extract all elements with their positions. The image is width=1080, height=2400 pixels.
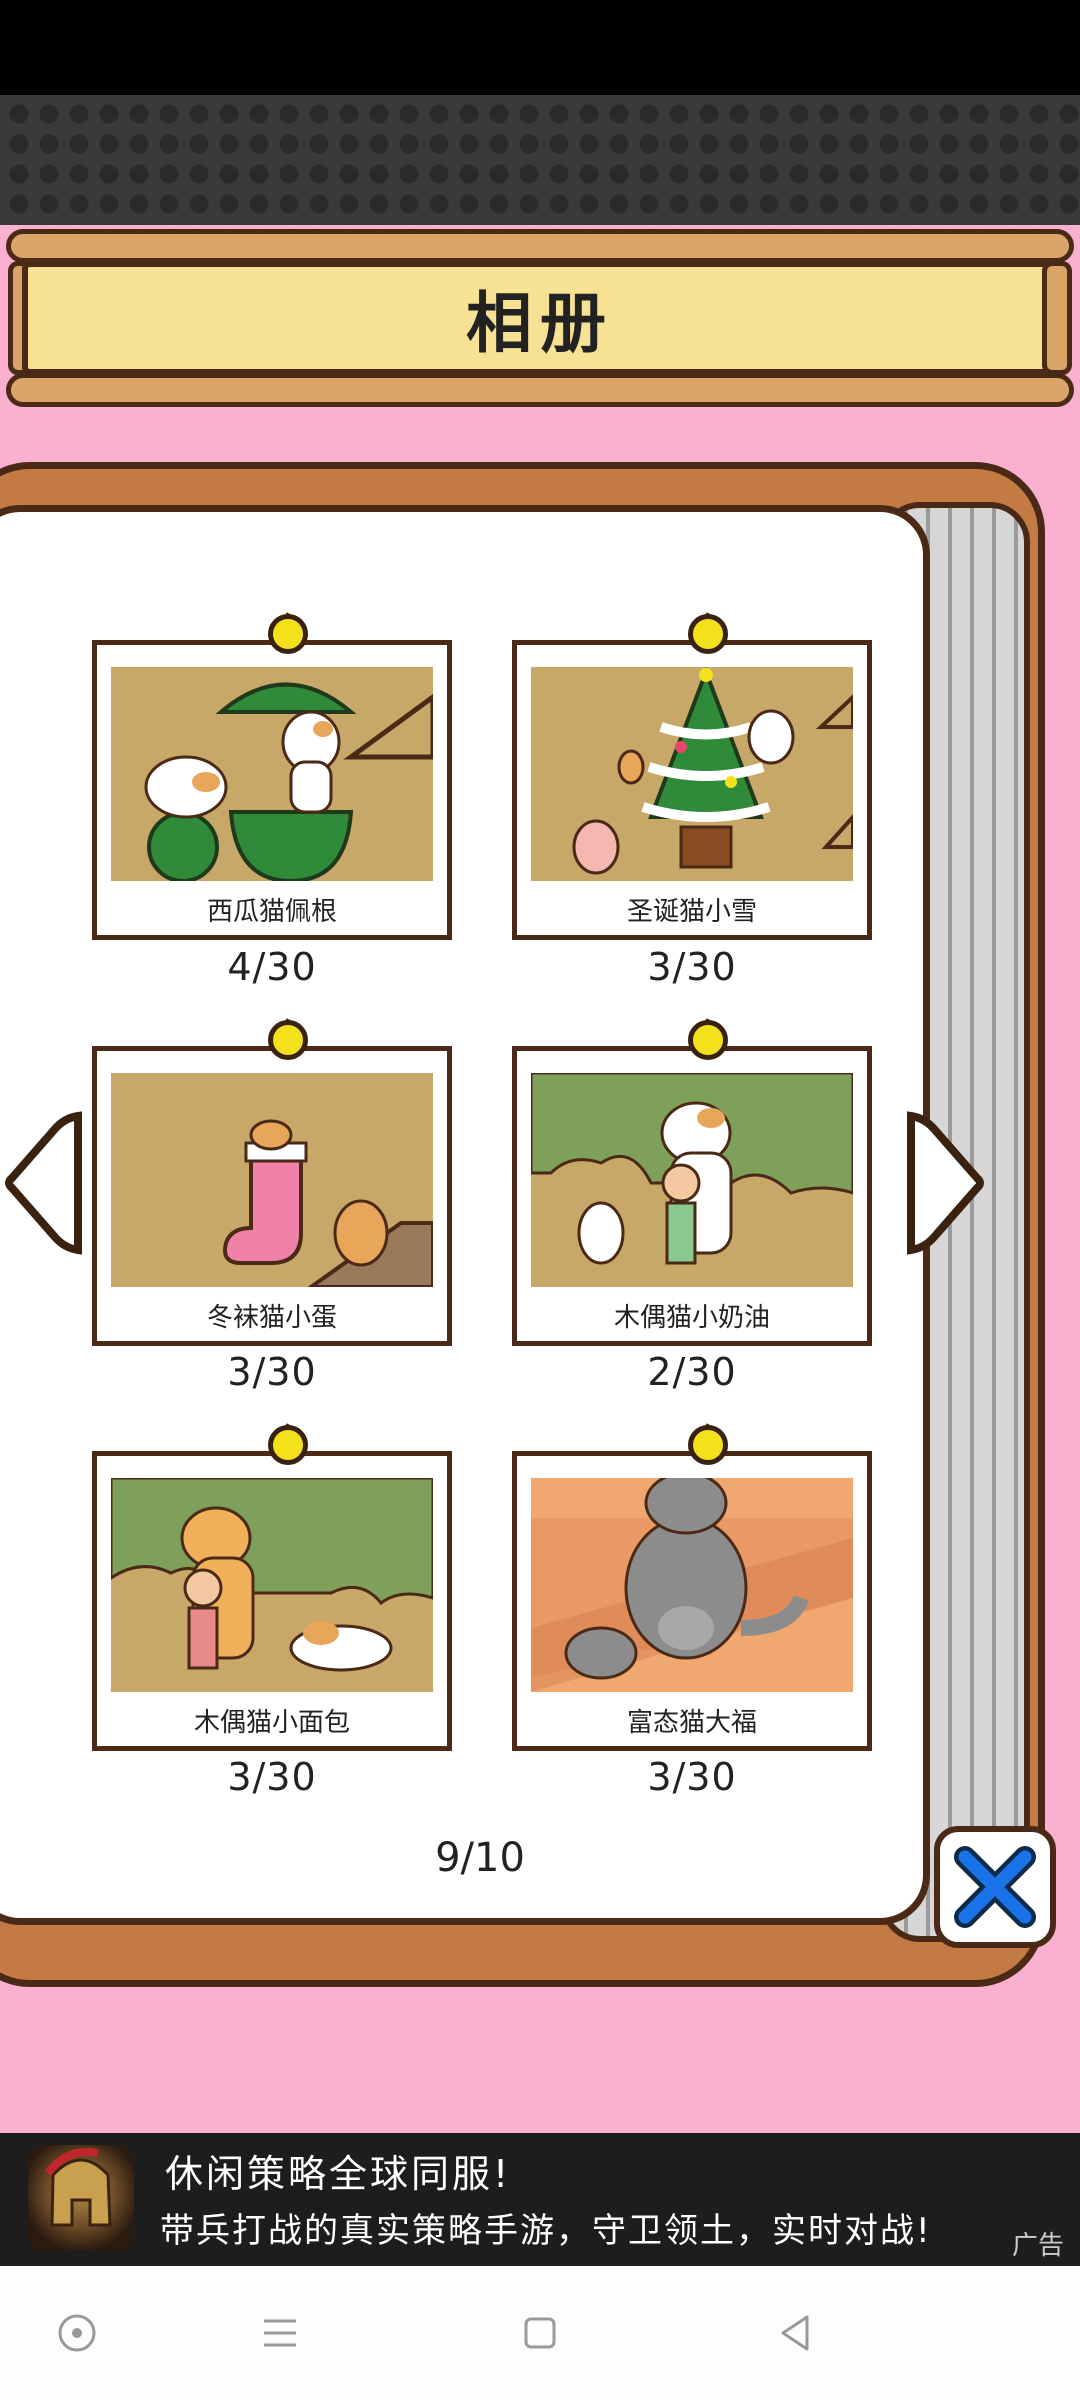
pin-icon [268, 1020, 308, 1060]
pin-icon [688, 1425, 728, 1465]
photo-caption: 西瓜猫佩根 [206, 896, 337, 927]
card-count: 3/30 [647, 945, 737, 989]
prev-arrow-icon [5, 1111, 82, 1255]
status-bar [0, 0, 1080, 95]
nav-back-icon [781, 2315, 809, 2351]
photo-caption: 圣诞猫小雪 [626, 896, 757, 927]
page-indicator: 9/10 [435, 1835, 525, 1881]
photo-card-puppet-cat-cream[interactable]: 木偶猫小奶油 [512, 1046, 872, 1346]
pin-icon [688, 1020, 728, 1060]
spartan-helmet-icon [44, 2148, 112, 2227]
next-page-button[interactable] [905, 1108, 985, 1262]
dotted-header-band [0, 95, 1080, 225]
title-board: 相册 [22, 261, 1058, 375]
prev-page-button[interactable] [4, 1108, 84, 1262]
photo-card-watermelon-cat[interactable]: 西瓜猫佩根 [92, 640, 452, 940]
photo-caption: 冬袜猫小蛋 [206, 1302, 337, 1333]
photo-puppet-cat-cream [531, 1073, 853, 1287]
card-count: 3/30 [227, 1350, 317, 1394]
card-count: 3/30 [227, 1755, 317, 1799]
nav-menu-icon [264, 2319, 296, 2347]
close-icon [954, 1846, 1036, 1928]
card-count: 4/30 [227, 945, 317, 989]
nav-recents-button[interactable] [505, 2298, 575, 2368]
system-nav-bar [0, 2266, 1080, 2400]
ad-label: 广告 [1012, 2231, 1065, 2261]
next-arrow-icon [907, 1111, 984, 1255]
ad-title: 休闲策略全球同服! [165, 2152, 512, 2196]
banner-rod-top [6, 229, 1074, 263]
nav-menu-button[interactable] [245, 2298, 315, 2368]
card-count: 2/30 [647, 1350, 737, 1394]
card-count: 3/30 [647, 1755, 737, 1799]
ad-banner[interactable]: 休闲策略全球同服! 带兵打战的真实策略手游，守卫领土，实时对战! 广告 [0, 2133, 1080, 2266]
pin-icon [268, 614, 308, 654]
photo-sock-cat [111, 1073, 433, 1287]
photo-christmas-cat [531, 667, 853, 881]
photo-chubby-cat [531, 1478, 853, 1692]
nav-square-icon [524, 2317, 556, 2349]
photo-caption: 木偶猫小奶油 [613, 1302, 770, 1333]
ad-description: 带兵打战的真实策略手游，守卫领土，实时对战! [160, 2211, 932, 2251]
photo-card-chubby-cat[interactable]: 富态猫大福 [512, 1451, 872, 1751]
banner-cap-right [1042, 261, 1072, 375]
photo-card-puppet-cat-bread[interactable]: 木偶猫小面包 [92, 1451, 452, 1751]
pin-icon [688, 614, 728, 654]
banner-rod-bottom [6, 373, 1074, 407]
photo-card-sock-cat[interactable]: 冬袜猫小蛋 [92, 1046, 452, 1346]
photo-watermelon-cat [111, 667, 433, 881]
photo-card-christmas-cat[interactable]: 圣诞猫小雪 [512, 640, 872, 940]
ad-app-icon[interactable] [28, 2145, 134, 2251]
page-title: 相册 [466, 285, 614, 362]
nav-home-icon [58, 2314, 96, 2352]
photo-caption: 富态猫大福 [626, 1707, 757, 1738]
nav-back-button[interactable] [760, 2298, 830, 2368]
photo-caption: 木偶猫小面包 [193, 1707, 350, 1738]
title-banner: 相册 [0, 225, 1080, 415]
pin-icon [268, 1425, 308, 1465]
nav-home-button[interactable] [42, 2298, 112, 2368]
photo-puppet-cat-bread [111, 1478, 433, 1692]
close-button[interactable] [934, 1826, 1056, 1948]
